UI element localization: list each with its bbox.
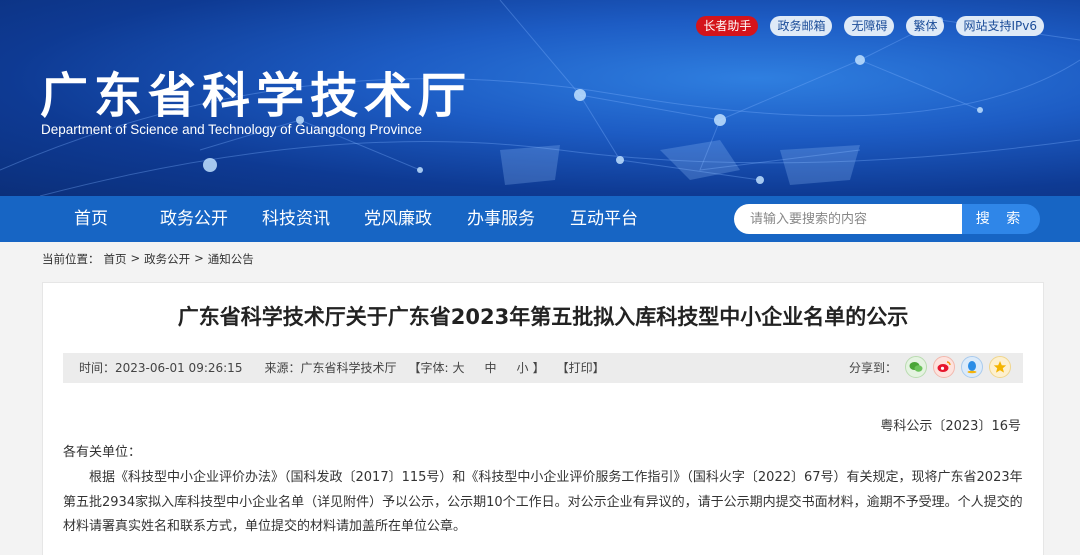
- share-label: 分享到：: [848, 360, 897, 375]
- nav-item-gov-affairs[interactable]: 政务公开: [160, 196, 228, 242]
- print-button[interactable]: 【打印】: [557, 353, 605, 383]
- wechat-icon[interactable]: [905, 356, 927, 378]
- elderly-assistant-link[interactable]: 长者助手: [696, 16, 759, 36]
- breadcrumb: 当前位置： 首页 > 政务公开 > 通知公告: [42, 251, 254, 267]
- article-body: 根据《科技型中小企业评价办法》（国科发政〔2017〕115号）和《科技型中小企业…: [63, 470, 1023, 534]
- qq-icon[interactable]: [961, 356, 983, 378]
- breadcrumb-home[interactable]: 首页: [104, 251, 127, 267]
- breadcrumb-separator: >: [194, 251, 204, 265]
- font-size-large-button[interactable]: 大: [453, 353, 465, 383]
- nav-item-services[interactable]: 办事服务: [467, 196, 535, 242]
- document-number: 粤科公示〔2023〕16号: [880, 419, 1021, 434]
- font-size-close-bracket: 】: [532, 361, 545, 375]
- breadcrumb-prefix: 当前位置：: [42, 252, 100, 266]
- search-input[interactable]: [734, 204, 962, 234]
- nav-item-tech-news[interactable]: 科技资讯: [262, 196, 330, 242]
- font-size-medium-button[interactable]: 中: [485, 353, 497, 383]
- article-meta-bar: 时间：2023-06-01 09:26:15 来源：广东省科学技术厅 【字体: …: [63, 353, 1023, 383]
- main-nav: 首页 政务公开 科技资讯 党风廉政 办事服务 互动平台 搜 索: [0, 196, 1080, 242]
- nav-item-interaction[interactable]: 互动平台: [570, 196, 638, 242]
- salutation: 各有关单位：: [63, 445, 142, 460]
- nav-item-home[interactable]: 首页: [74, 196, 108, 242]
- nav-item-party-integrity[interactable]: 党风廉政: [364, 196, 432, 242]
- site-title: 广东省科学技术厅: [40, 68, 473, 124]
- font-size-label: 【字体:: [408, 361, 449, 375]
- breadcrumb-notices[interactable]: 通知公告: [208, 251, 254, 267]
- top-links: 长者助手 政务邮箱 无障碍 繁体 网站支持IPv6: [696, 16, 1044, 36]
- article-title: 广东省科学技术厅关于广东省2023年第五批拟入库科技型中小企业名单的公示: [177, 305, 909, 329]
- breadcrumb-separator: >: [130, 251, 141, 265]
- government-mail-link[interactable]: 政务邮箱: [770, 16, 833, 36]
- publish-time: 时间：2023-06-01 09:26:15: [79, 361, 243, 375]
- share-bar: 分享到：: [849, 356, 1011, 378]
- accessibility-link[interactable]: 无障碍: [844, 16, 895, 36]
- site-banner: 广东省科学技术厅 Department of Science and Techn…: [0, 0, 1080, 196]
- breadcrumb-gov-affairs[interactable]: 政务公开: [144, 251, 190, 267]
- ipv6-support-badge[interactable]: 网站支持IPv6: [956, 16, 1044, 36]
- traditional-chinese-link[interactable]: 繁体: [906, 16, 945, 36]
- search-button[interactable]: 搜 索: [962, 204, 1040, 234]
- weibo-icon[interactable]: [933, 356, 955, 378]
- site-subtitle: Department of Science and Technology of …: [41, 122, 422, 137]
- article-panel: 广东省科学技术厅关于广东省2023年第五批拟入库科技型中小企业名单的公示 时间：…: [42, 282, 1044, 555]
- article-source: 来源：广东省科学技术厅: [264, 361, 397, 375]
- font-size-small-button[interactable]: 小: [517, 353, 529, 383]
- qzone-icon[interactable]: [989, 356, 1011, 378]
